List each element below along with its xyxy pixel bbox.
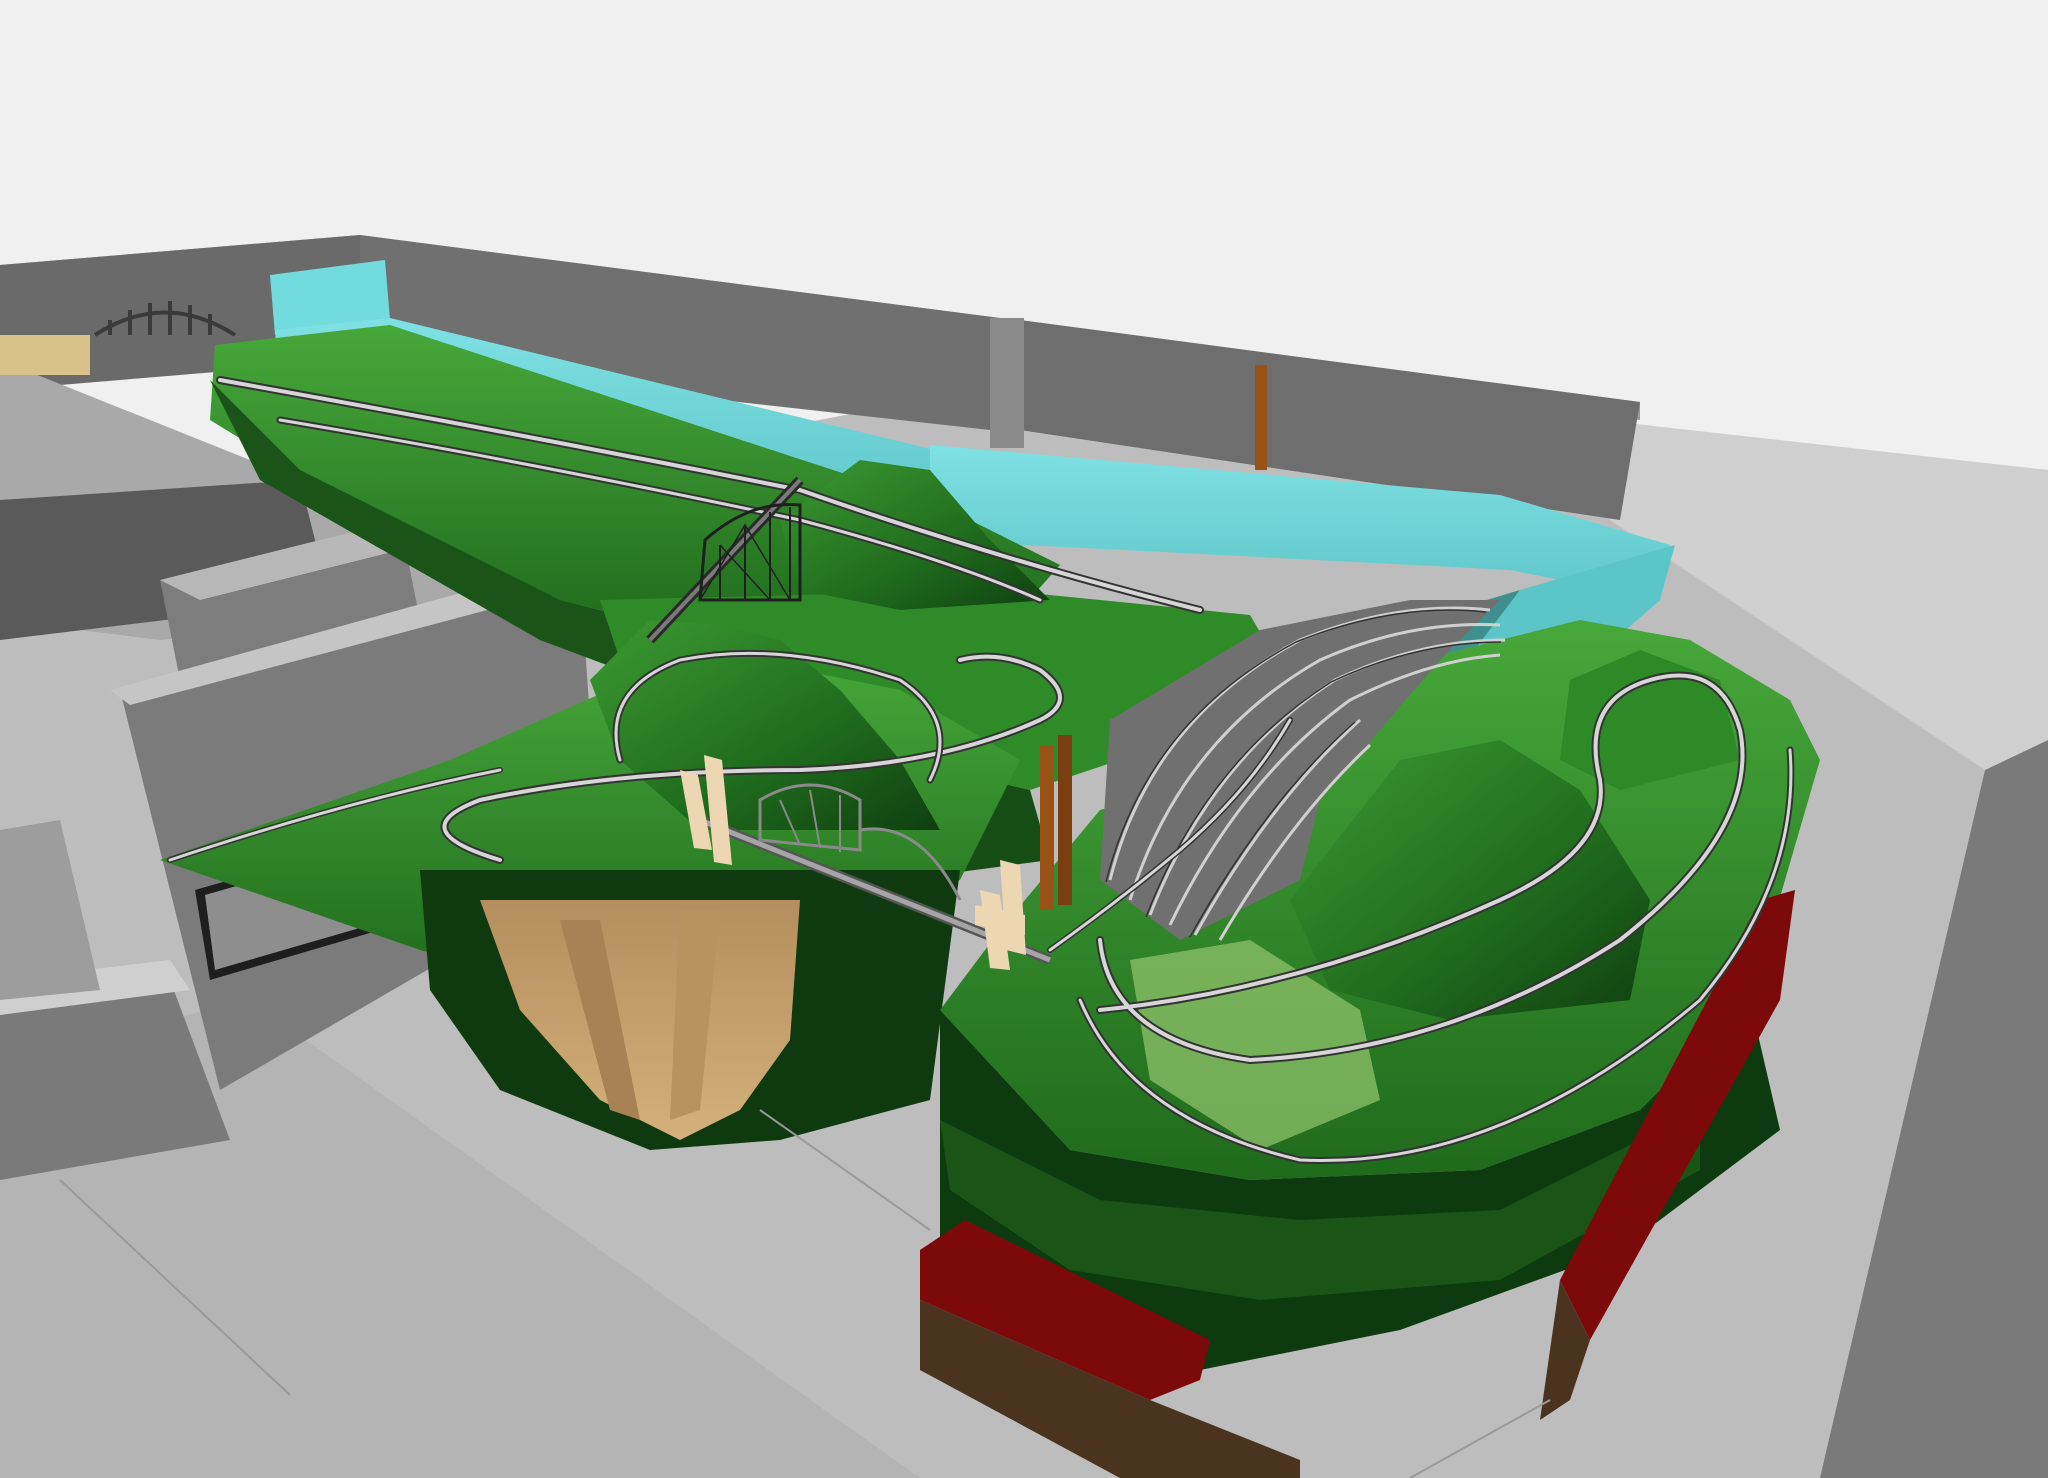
wall-post xyxy=(990,318,1024,448)
pole-back xyxy=(1255,365,1267,470)
pole-front-2 xyxy=(1058,735,1072,905)
pole-front-1 xyxy=(1040,745,1054,910)
layout-3d-viewport[interactable] xyxy=(0,0,2048,1478)
layout-scene[interactable] xyxy=(0,0,2048,1478)
viaduct xyxy=(0,335,90,375)
